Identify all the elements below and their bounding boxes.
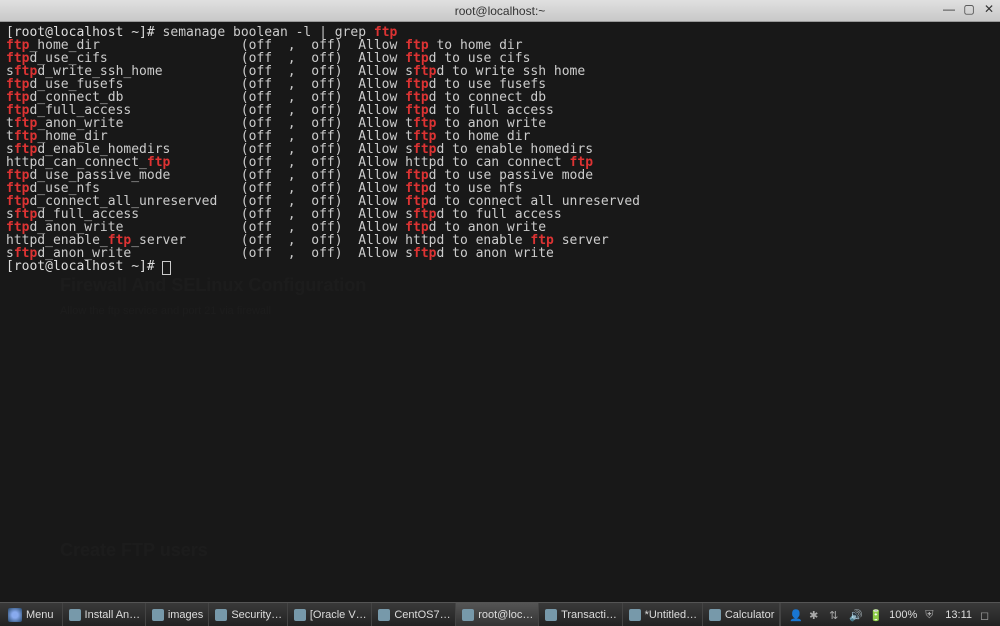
volume-icon[interactable]: 🔊 bbox=[849, 609, 861, 621]
task-icon bbox=[709, 609, 721, 621]
task-icon bbox=[294, 609, 306, 621]
task-icon bbox=[152, 609, 164, 621]
taskbar-item[interactable]: Security… bbox=[209, 603, 288, 626]
taskbar-item[interactable]: [Oracle V… bbox=[288, 603, 373, 626]
window-titlebar: root@localhost:~ — ▢ ✕ bbox=[0, 0, 1000, 22]
taskbar-item-label: Calculator bbox=[725, 609, 775, 621]
taskbar: Menu Install An… images Security… [Oracle V… bbox=[0, 602, 1000, 626]
battery-percent: 100% bbox=[889, 609, 917, 621]
system-tray: 👤 ✱ ⇅ 🔊 🔋 100% ⛨ 13:11 ◻ bbox=[780, 603, 1000, 626]
taskbar-item[interactable]: root@loc… bbox=[456, 603, 539, 626]
user-icon[interactable]: 👤 bbox=[789, 609, 801, 621]
taskbar-item-label: Security… bbox=[231, 609, 282, 621]
taskbar-item-label: *Untitled… bbox=[645, 609, 698, 621]
bluetooth-icon[interactable]: ✱ bbox=[809, 609, 821, 621]
taskbar-item-label: CentOS7… bbox=[394, 609, 450, 621]
logout-icon[interactable]: ◻ bbox=[980, 609, 992, 621]
taskbar-items: Install An… images Security… [Oracle V… Cent… bbox=[63, 603, 781, 626]
shield-icon[interactable]: ⛨ bbox=[925, 609, 937, 621]
menu-icon bbox=[8, 608, 22, 622]
taskbar-item[interactable]: *Untitled… bbox=[623, 603, 703, 626]
taskbar-item[interactable]: Transacti… bbox=[539, 603, 622, 626]
task-icon bbox=[545, 609, 557, 621]
task-icon bbox=[462, 609, 474, 621]
terminal-cursor bbox=[163, 262, 170, 274]
taskbar-item-label: root@loc… bbox=[478, 609, 533, 621]
window-close-button[interactable]: ✕ bbox=[982, 2, 996, 16]
clock: 13:11 bbox=[945, 609, 972, 621]
task-icon bbox=[69, 609, 81, 621]
taskbar-item[interactable]: images bbox=[146, 603, 210, 626]
taskbar-item-label: images bbox=[168, 609, 203, 621]
taskbar-item[interactable]: Install An… bbox=[63, 603, 146, 626]
taskbar-menu-button[interactable]: Menu bbox=[0, 603, 63, 626]
network-icon[interactable]: ⇅ bbox=[829, 609, 841, 621]
terminal-area[interactable]: [root@localhost ~]# semanage boolean -l … bbox=[0, 22, 1000, 602]
task-icon bbox=[629, 609, 641, 621]
taskbar-item-label: Install An… bbox=[85, 609, 141, 621]
taskbar-item-label: Transacti… bbox=[561, 609, 617, 621]
task-icon bbox=[378, 609, 390, 621]
taskbar-menu-label: Menu bbox=[26, 609, 54, 621]
taskbar-item-label: [Oracle V… bbox=[310, 609, 367, 621]
taskbar-item[interactable]: CentOS7… bbox=[372, 603, 456, 626]
window-minimize-button[interactable]: — bbox=[942, 2, 956, 16]
taskbar-item[interactable]: Calculator bbox=[703, 603, 780, 626]
window-maximize-button[interactable]: ▢ bbox=[962, 2, 976, 16]
window-title: root@localhost:~ bbox=[455, 4, 546, 18]
battery-icon[interactable]: 🔋 bbox=[869, 609, 881, 621]
task-icon bbox=[215, 609, 227, 621]
